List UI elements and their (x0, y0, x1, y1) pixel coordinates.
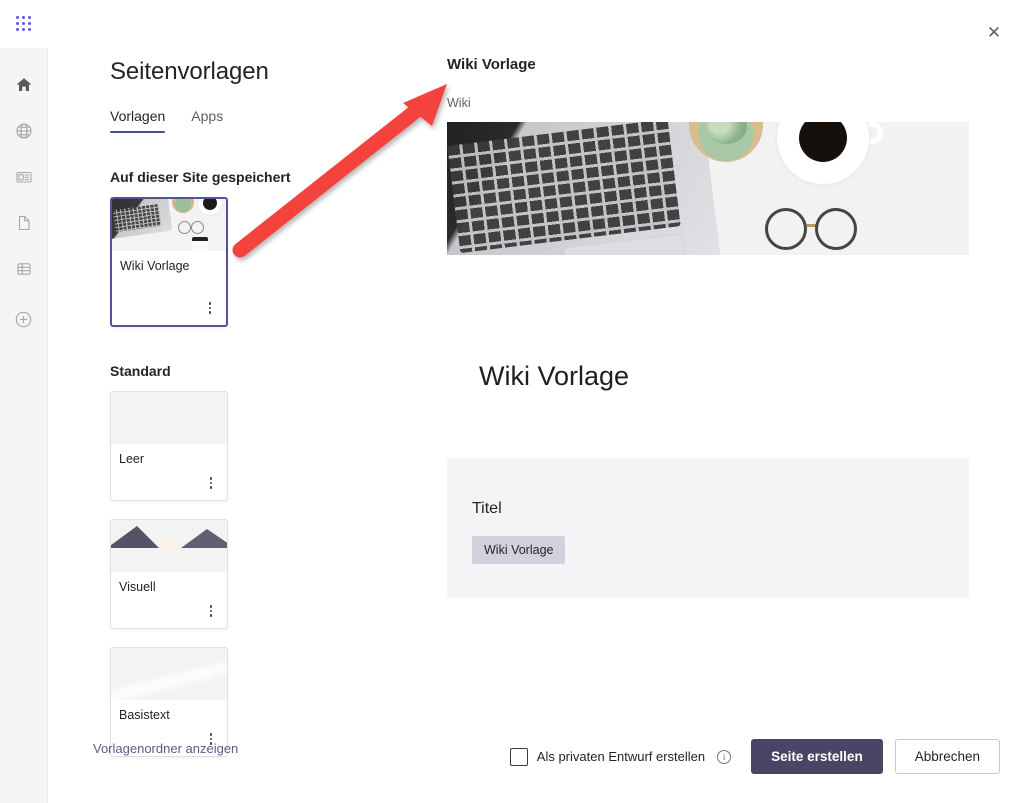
card-grid-saved: Wiki Vorlage (110, 197, 360, 327)
template-card-label: Basistext (119, 708, 170, 722)
page-templates-dialog: ✕ Seitenvorlagen Vorlagen Apps Auf diese… (0, 0, 1024, 803)
template-card-meta: Wiki Vorlage (112, 251, 226, 325)
list-icon (15, 260, 33, 278)
section-heading-standard: Standard (110, 363, 171, 379)
globe-icon (15, 122, 33, 140)
template-card-leer[interactable]: Leer (110, 391, 228, 501)
rail-item-home[interactable] (0, 62, 48, 108)
template-card-wiki-vorlage[interactable]: Wiki Vorlage (110, 197, 228, 327)
close-button[interactable]: ✕ (978, 16, 1010, 48)
template-thumbnail-beach (111, 648, 227, 700)
more-options-icon[interactable] (203, 300, 217, 316)
rail-item-create[interactable] (0, 296, 48, 342)
plus-circle-icon (14, 310, 33, 329)
page-title: Seitenvorlagen (110, 58, 269, 85)
private-draft-checkbox-group[interactable]: Als privaten Entwurf erstellen i (509, 747, 732, 766)
show-template-folder-link[interactable]: Vorlagenordner anzeigen (93, 741, 238, 756)
preview-hero-image (447, 122, 969, 255)
template-thumbnail-lake (111, 520, 227, 572)
more-options-icon[interactable] (204, 475, 218, 491)
templates-pane: Seitenvorlagen Vorlagen Apps Auf dieser … (110, 58, 410, 757)
tab-list: Vorlagen Apps (110, 108, 410, 133)
template-thumbnail-geometric (111, 392, 227, 444)
info-icon[interactable]: i (717, 749, 732, 764)
create-page-button[interactable]: Seite erstellen (751, 739, 883, 774)
template-preview-pane: Wiki Vorlage Wiki Wiki Vorlage Titel Wik… (447, 56, 969, 597)
private-draft-label: Als privaten Entwurf erstellen (536, 749, 706, 764)
section-heading-saved: Auf dieser Site gespeichert (110, 169, 291, 185)
rail-item-news[interactable] (0, 154, 48, 200)
waffle-button[interactable] (0, 0, 48, 48)
rail-item-lists[interactable] (0, 246, 48, 292)
template-card-meta: Leer (111, 444, 227, 500)
web-part-chip[interactable]: Wiki Vorlage (472, 536, 566, 564)
template-card-label: Leer (119, 452, 145, 466)
template-thumbnail-desk (112, 199, 226, 251)
document-icon (15, 214, 33, 232)
news-icon (15, 168, 33, 186)
dialog-actions: Als privaten Entwurf erstellen i Seite e… (509, 739, 1000, 774)
template-card-visuell[interactable]: Visuell (110, 519, 228, 629)
close-icon: ✕ (986, 22, 1002, 42)
home-icon (15, 76, 33, 94)
template-card-meta: Visuell (111, 572, 227, 628)
app-rail (0, 0, 48, 803)
template-card-label: Visuell (119, 580, 156, 594)
tab-vorlagen[interactable]: Vorlagen (110, 108, 166, 133)
cancel-button[interactable]: Abbrechen (894, 739, 1000, 774)
card-grid-standard: Leer Visuell Basistext (110, 391, 360, 757)
waffle-icon (15, 16, 32, 32)
preview-subtitle: Wiki (447, 96, 471, 110)
preview-body-heading: Wiki Vorlage (479, 361, 630, 391)
web-part-label: Titel (472, 500, 502, 517)
template-card-label: Wiki Vorlage (120, 259, 190, 273)
rail-item-sites[interactable] (0, 108, 48, 154)
more-options-icon[interactable] (204, 603, 218, 619)
preview-body: Wiki Vorlage Titel Wiki Vorlage (447, 361, 969, 597)
preview-web-part: Titel Wiki Vorlage (447, 459, 969, 597)
tab-apps[interactable]: Apps (191, 108, 223, 133)
rail-item-documents[interactable] (0, 200, 48, 246)
preview-title: Wiki Vorlage (447, 56, 536, 73)
private-draft-checkbox[interactable] (509, 747, 528, 766)
